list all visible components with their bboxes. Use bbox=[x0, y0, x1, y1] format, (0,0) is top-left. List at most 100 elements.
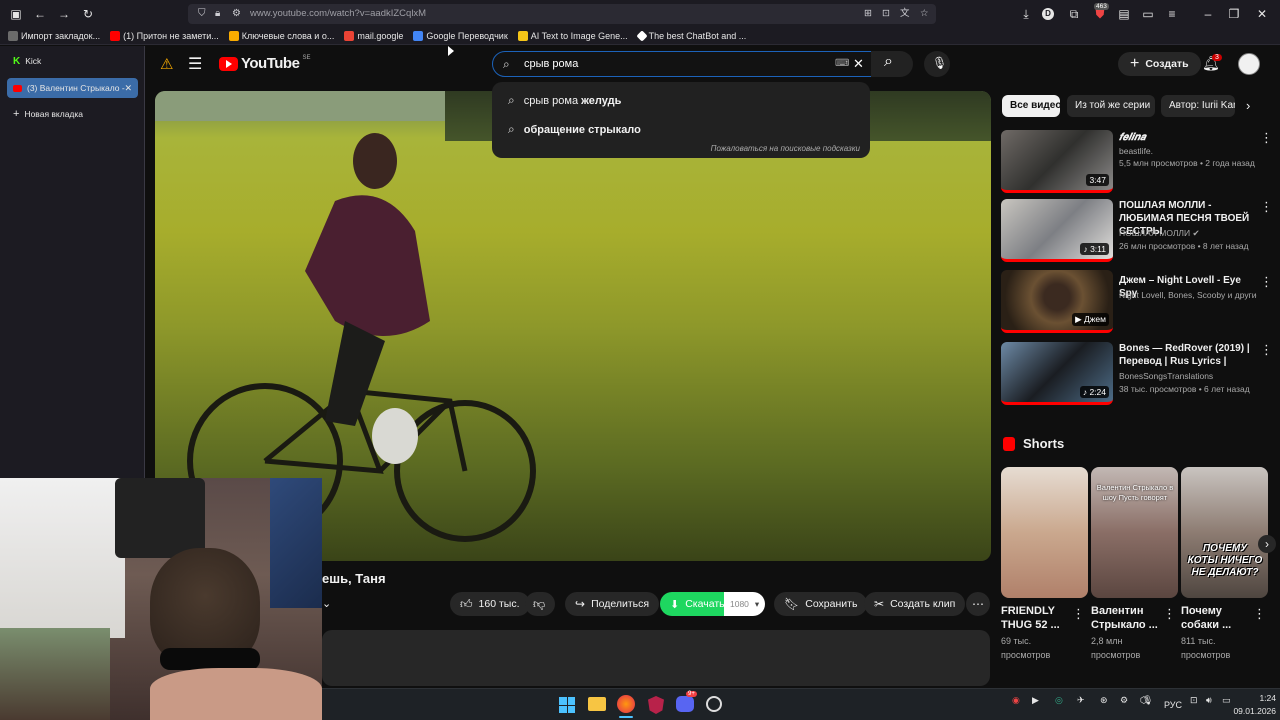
close-window-icon[interactable]: ✕ bbox=[1254, 6, 1270, 22]
clock-time[interactable]: 1:24 bbox=[1246, 693, 1276, 703]
chips-next-icon[interactable]: › bbox=[1246, 98, 1250, 113]
translate-icon[interactable]: 文 bbox=[900, 4, 910, 24]
clear-search-icon[interactable]: ✕ bbox=[853, 52, 864, 76]
telegram-icon[interactable]: ✈ bbox=[1077, 695, 1085, 706]
keyboard-icon[interactable]: ⌨ bbox=[835, 52, 849, 76]
lock-icon[interactable]: 🔒︎ bbox=[215, 4, 220, 24]
share-button[interactable]: ↪ Поделиться bbox=[565, 592, 660, 616]
tab-kick[interactable]: K Kick bbox=[7, 51, 138, 71]
rec-thumbnail[interactable]: ▶ Джем bbox=[1001, 270, 1113, 333]
bookmark-gmail[interactable]: mail.google bbox=[344, 31, 403, 41]
rec-channel[interactable]: Night Lovell, Bones, Scooby и другие ис.… bbox=[1119, 289, 1257, 301]
short-title[interactable]: FRIENDLY THUG 52 ... bbox=[1001, 604, 1069, 632]
language-indicator[interactable]: РУС bbox=[1164, 700, 1182, 710]
hamburger-menu-icon[interactable]: ☰ bbox=[188, 54, 202, 74]
url-field[interactable]: ⛉ 🔒︎ ⚙ www.youtube.com/watch?v=aadkIZCql… bbox=[188, 4, 936, 24]
like-button[interactable]: 👍︎ 160 тыс. bbox=[450, 592, 530, 616]
search-input[interactable]: ⌕ срыв рома ⌨ ✕ bbox=[492, 51, 872, 77]
reload-icon[interactable]: ↻ bbox=[80, 6, 96, 22]
bookmark-ai-image[interactable]: AI Text to Image Gene... bbox=[517, 31, 628, 41]
rec-channel[interactable]: ПОШЛАЯ МОЛЛИ ✔ bbox=[1119, 227, 1269, 239]
dislike-button[interactable]: 👎︎ bbox=[525, 592, 555, 616]
short-thumbnail[interactable] bbox=[1001, 467, 1088, 598]
bookmark-translate[interactable]: Google Переводчик bbox=[413, 31, 508, 41]
rec-thumbnail[interactable]: ♪ 3:11 bbox=[1001, 199, 1113, 262]
battery-icon[interactable]: ▭ bbox=[1222, 695, 1231, 706]
permissions-icon[interactable]: ⚙ bbox=[232, 4, 241, 24]
container-icon[interactable]: ▤ bbox=[1116, 6, 1132, 22]
avatar[interactable] bbox=[1238, 53, 1260, 75]
rec-thumbnail[interactable]: ♪ 2:24 bbox=[1001, 342, 1113, 405]
bookmark-import[interactable]: Импорт закладок... bbox=[8, 31, 100, 41]
more-vertical-icon[interactable]: ⋮ bbox=[1253, 607, 1266, 620]
suggestion-item[interactable]: ⌕ срыв рома желудь bbox=[508, 93, 621, 108]
create-clip-button[interactable]: ✂ Создать клип bbox=[864, 592, 966, 616]
app-icon[interactable] bbox=[706, 696, 722, 712]
rec-channel[interactable]: BonesSongsTranslations bbox=[1119, 370, 1269, 382]
chevron-down-icon[interactable]: ⌄ bbox=[322, 597, 331, 610]
network-icon[interactable]: ⊡ bbox=[1190, 695, 1198, 706]
more-vertical-icon[interactable]: ⋮ bbox=[1163, 607, 1176, 620]
more-vertical-icon[interactable]: ⋮ bbox=[1260, 275, 1273, 288]
download-page-icon[interactable]: ⊡ bbox=[882, 4, 890, 24]
quality-select[interactable]: 1080 ▾ bbox=[724, 592, 766, 616]
tab-youtube[interactable]: (3) Валентин Стрыкало - ✕ bbox=[7, 78, 138, 98]
microphone-tray-icon[interactable]: 🎙︎ bbox=[1142, 695, 1153, 706]
bookmark-chatbot[interactable]: The best ChatBot and ... bbox=[635, 30, 746, 42]
description-box[interactable] bbox=[322, 630, 990, 686]
chip-same-series[interactable]: Из той же серии bbox=[1067, 95, 1155, 117]
rec-title[interactable]: 𝒇𝒆𝒍𝒊𝒏𝒂 bbox=[1119, 131, 1254, 144]
firefox-icon[interactable] bbox=[617, 695, 635, 713]
short-thumbnail[interactable]: ПОЧЕМУ КОТЫ НИЧЕГО НЕ ДЕЛАЮТ? bbox=[1181, 467, 1268, 598]
back-icon[interactable]: ← bbox=[32, 6, 48, 22]
discord-icon[interactable] bbox=[676, 696, 694, 712]
create-button[interactable]: + Создать bbox=[1118, 52, 1201, 76]
voice-search-button[interactable]: 🎙︎ bbox=[924, 51, 950, 77]
more-actions-button[interactable]: ⋯ bbox=[966, 592, 990, 616]
downloads-icon[interactable]: ⤓ bbox=[1018, 6, 1034, 22]
more-vertical-icon[interactable]: ⋮ bbox=[1260, 343, 1273, 356]
chip-all[interactable]: Все видео bbox=[1002, 95, 1060, 117]
brave-icon[interactable] bbox=[648, 696, 664, 714]
short-thumbnail[interactable]: Валентин Стрыкало в шоу Пусть говорят bbox=[1091, 467, 1178, 598]
rec-thumbnail[interactable]: 3:47 bbox=[1001, 130, 1113, 193]
tray-app-icon[interactable]: ⚙ bbox=[1120, 695, 1128, 706]
minimize-icon[interactable]: – bbox=[1200, 6, 1216, 22]
file-explorer-icon[interactable] bbox=[588, 697, 606, 711]
close-tab-icon[interactable]: ✕ bbox=[124, 83, 132, 94]
steam-icon[interactable]: ⊛ bbox=[1100, 695, 1108, 706]
forward-icon[interactable]: → bbox=[56, 6, 72, 22]
extensions-icon[interactable]: ⧉ bbox=[1066, 6, 1082, 22]
sidebar-toggle-icon[interactable]: ▣ bbox=[8, 6, 24, 22]
star-icon[interactable]: ☆ bbox=[920, 4, 929, 24]
menu-icon[interactable]: ≡ bbox=[1164, 6, 1180, 22]
windows-start-icon[interactable] bbox=[559, 697, 575, 713]
short-title[interactable]: Валентин Стрыкало ... bbox=[1091, 604, 1159, 632]
rec-channel[interactable]: beastlife. bbox=[1119, 145, 1269, 157]
maximize-icon[interactable]: ❐ bbox=[1226, 6, 1242, 22]
save-button[interactable]: 🔖︎ Сохранить bbox=[774, 592, 868, 616]
report-suggestions-link[interactable]: Пожаловаться на поисковые подсказки bbox=[711, 144, 860, 153]
shorts-next-icon[interactable]: › bbox=[1258, 535, 1276, 553]
account-icon[interactable]: D bbox=[1042, 8, 1054, 20]
bookmark-keywords[interactable]: Ключевые слова и о... bbox=[228, 31, 334, 41]
bookmark-youtube[interactable]: (1) Притон не замети... bbox=[110, 31, 219, 41]
more-vertical-icon[interactable]: ⋮ bbox=[1072, 607, 1085, 620]
download-button[interactable]: ⬇ Скачать bbox=[660, 592, 733, 616]
rec-title[interactable]: Bones — RedRover (2019) | Перевод | Rus … bbox=[1119, 342, 1254, 368]
tray-app-icon[interactable]: ◎ bbox=[1055, 695, 1063, 706]
warning-icon[interactable]: ⚠ bbox=[160, 55, 173, 73]
short-title[interactable]: Почему собаки ... bbox=[1181, 604, 1249, 632]
screenshot-icon[interactable]: ⊞ bbox=[864, 4, 872, 24]
more-vertical-icon[interactable]: ⋮ bbox=[1260, 131, 1273, 144]
youtube-logo[interactable]: YouTube SE bbox=[219, 55, 310, 72]
reader-icon[interactable]: ▭ bbox=[1140, 6, 1156, 22]
search-button[interactable]: ⌕ bbox=[871, 51, 913, 77]
tray-app-icon[interactable]: ◉ bbox=[1012, 695, 1020, 706]
tray-play-icon[interactable]: ▶ bbox=[1032, 695, 1039, 706]
shield-icon[interactable]: ⛉ bbox=[198, 4, 206, 24]
volume-icon[interactable]: 🔊︎ bbox=[1206, 695, 1212, 706]
chip-author[interactable]: Автор: Iurii Kar bbox=[1161, 95, 1235, 117]
suggestion-item[interactable]: ⌕ обращение стрыкало bbox=[508, 122, 641, 137]
tab-new[interactable]: + Новая вкладка bbox=[7, 104, 138, 124]
